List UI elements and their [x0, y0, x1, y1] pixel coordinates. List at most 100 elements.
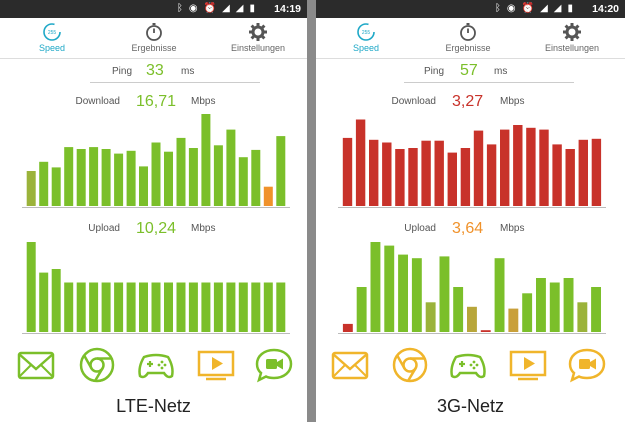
speed-bar: [473, 130, 484, 206]
video-call-icon[interactable]: [254, 345, 294, 385]
speed-bar: [577, 302, 588, 332]
tab-settings[interactable]: Einstellungen: [208, 20, 307, 53]
speed-bar: [578, 139, 588, 206]
download-value: 3,27: [452, 93, 484, 110]
speed-bar: [101, 149, 111, 206]
app-icon-row: [316, 345, 623, 389]
speed-bar: [251, 282, 261, 332]
upload-bar-chart: [26, 242, 286, 332]
speed-bar: [126, 282, 136, 332]
network-label: 3G-Netz: [436, 396, 505, 416]
speed-bar: [384, 245, 395, 332]
speed-bar: [51, 269, 61, 332]
status-time: 14:20: [592, 3, 619, 15]
chrome-browser-icon[interactable]: [77, 345, 117, 385]
tab-speed[interactable]: 255 Speed: [2, 20, 102, 53]
speed-bar: [39, 161, 49, 206]
gear-icon: [563, 23, 581, 41]
tab-results[interactable]: Ergebnisse: [104, 20, 204, 53]
video-player-icon[interactable]: [508, 345, 548, 385]
tab-label: Ergebnisse: [131, 43, 177, 53]
phone-screen-lte: ᛒ ◉ ⏰ ◢ ◢ ▮ 14:19 255 Speed Ergebnisse E…: [0, 0, 307, 422]
speed-bar: [164, 282, 173, 332]
speed-bar: [552, 144, 562, 206]
speed-bar: [39, 272, 49, 332]
alarm-icon: ⏰: [203, 3, 217, 14]
divider: [90, 82, 260, 83]
speed-gauge-icon: 255: [43, 23, 61, 41]
speed-bar: [201, 114, 211, 206]
download-label: Download: [75, 96, 120, 107]
speed-bar: [382, 142, 392, 206]
speed-bar: [434, 140, 444, 206]
upload-bar-chart: [342, 242, 601, 332]
speed-bar: [213, 282, 223, 332]
lte-icon: ◢: [235, 3, 244, 14]
mail-icon[interactable]: [330, 345, 370, 385]
upload-label: Upload: [88, 223, 120, 234]
tab-label: Einstellungen: [230, 43, 286, 53]
speed-bar: [188, 148, 198, 206]
gamepad-icon[interactable]: [448, 345, 488, 385]
speed-bar: [101, 282, 111, 332]
speed-bar: [565, 149, 575, 206]
speed-bar: [411, 258, 422, 332]
speed-bar: [238, 282, 248, 332]
speed-bar: [139, 282, 148, 332]
video-call-icon[interactable]: [567, 345, 607, 385]
tab-bar: 255 Speed Ergebnisse Einstellungen: [316, 18, 625, 59]
ping-value: 57: [460, 62, 478, 79]
speed-bar: [398, 254, 408, 332]
speed-bar: [89, 282, 99, 332]
signal-icon: ◢: [222, 3, 230, 14]
speed-bar: [500, 129, 510, 206]
divider: [338, 207, 606, 208]
ping-unit: ms: [181, 66, 195, 77]
gamepad-icon[interactable]: [136, 345, 176, 385]
tab-label: Speed: [352, 43, 380, 53]
speed-bar: [201, 282, 211, 332]
speed-bar: [480, 330, 491, 332]
speed-bar: [536, 278, 546, 332]
download-bar-chart: [26, 114, 286, 206]
speed-bar: [126, 150, 136, 206]
chrome-browser-icon[interactable]: [390, 345, 430, 385]
speed-gauge-icon: 255: [357, 23, 375, 41]
speed-bar: [76, 282, 86, 332]
video-player-icon[interactable]: [196, 345, 236, 385]
battery-icon: ▮: [249, 3, 255, 14]
alarm-icon: ⏰: [521, 3, 535, 14]
speed-bar: [508, 308, 519, 332]
speed-bar: [139, 166, 148, 206]
speed-bar: [342, 137, 353, 206]
mail-icon[interactable]: [16, 345, 56, 385]
speed-bar: [421, 140, 431, 206]
speed-bar: [447, 152, 457, 206]
speed-bar: [369, 139, 379, 206]
upload-unit: Mbps: [191, 223, 216, 234]
tab-results[interactable]: Ergebnisse: [418, 20, 518, 53]
cast-icon: ◉: [188, 3, 198, 14]
bluetooth-icon: ᛒ: [494, 3, 501, 14]
tab-speed[interactable]: 255 Speed: [316, 20, 416, 53]
h-plus-icon: ◢: [553, 3, 562, 14]
app-icon-row: [0, 345, 307, 389]
speed-bar: [425, 302, 436, 332]
speed-bar: [213, 145, 223, 206]
speed-bar: [164, 151, 173, 206]
upload-value: 10,24: [136, 220, 177, 237]
divider: [22, 333, 290, 334]
speed-bar: [176, 137, 186, 206]
status-time: 14:19: [274, 3, 301, 15]
speed-bar: [263, 282, 273, 332]
tab-label: Einstellungen: [544, 43, 600, 53]
speed-bar: [176, 282, 186, 332]
phone-screen-3g: ᛒ ◉ ⏰ ◢ ◢ ▮ 14:20 255 Speed Ergebnisse E…: [316, 0, 625, 422]
speed-bar: [263, 186, 273, 206]
divider: [404, 82, 574, 83]
speed-bar: [563, 278, 574, 332]
speed-bar: [460, 148, 471, 206]
tab-settings[interactable]: Einstellungen: [522, 20, 622, 53]
speed-bar: [356, 287, 367, 332]
download-bar-chart: [342, 119, 602, 206]
